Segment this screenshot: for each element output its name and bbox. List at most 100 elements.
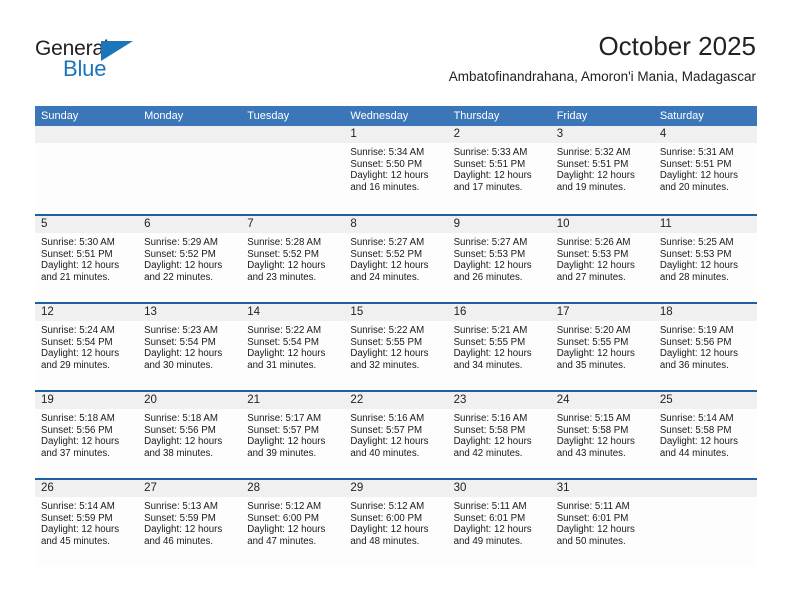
sunrise-text: Sunrise: 5:12 AM [350, 501, 425, 512]
sunrise-text: Sunrise: 5:21 AM [453, 325, 528, 336]
daylight-text: Daylight: 12 hours and 38 minutes. [144, 436, 223, 459]
day-cell[interactable]: 19 Sunrise: 5:18 AM Sunset: 5:56 PM Dayligh… [35, 392, 139, 478]
sunrise-text: Sunrise: 5:28 AM [247, 237, 322, 248]
day-cell[interactable]: 20 Sunrise: 5:18 AM Sunset: 5:56 PM Dayligh… [138, 392, 242, 478]
day-cell[interactable]: 29 Sunrise: 5:12 AM Sunset: 6:00 PM Dayligh… [344, 480, 448, 566]
weekday-header-tuesday: Tuesday [247, 110, 290, 122]
day-number: 21 [241, 392, 345, 409]
daylight-text: Daylight: 12 hours and 16 minutes. [350, 170, 429, 193]
sunrise-text: Sunrise: 5:32 AM [556, 147, 631, 158]
sunset-text: Sunset: 5:59 PM [144, 512, 216, 524]
day-number: 15 [344, 304, 448, 321]
day-cell[interactable]: 23 Sunrise: 5:16 AM Sunset: 5:58 PM Dayligh… [447, 392, 551, 478]
day-cell[interactable]: 16 Sunrise: 5:21 AM Sunset: 5:55 PM Dayligh… [447, 304, 551, 390]
sunrise-text: Sunrise: 5:24 AM [41, 325, 115, 336]
sunrise-text: Sunrise: 5:22 AM [350, 325, 425, 336]
sunrise-text: Sunrise: 5:30 AM [41, 237, 115, 248]
day-details: Sunrise: 5:32 AM Sunset: 5:51 PM Daylight:… [551, 143, 654, 193]
day-cell[interactable]: 30 Sunrise: 5:11 AM Sunset: 6:01 PM Dayligh… [447, 480, 551, 566]
daylight-text: Daylight: 12 hours and 42 minutes. [453, 436, 532, 459]
calendar-week-row: 19 Sunrise: 5:18 AM Sunset: 5:56 PM Dayligh… [35, 390, 757, 478]
day-cell[interactable]: 26 Sunrise: 5:14 AM Sunset: 5:59 PM Dayligh… [35, 480, 139, 566]
day-cell[interactable]: 14 Sunrise: 5:22 AM Sunset: 5:54 PM Dayligh… [241, 304, 345, 390]
day-cell[interactable]: 24 Sunrise: 5:15 AM Sunset: 5:58 PM Dayligh… [550, 392, 654, 478]
sunset-text: Sunset: 5:53 PM [556, 248, 629, 260]
day-cell[interactable]: 31 Sunrise: 5:11 AM Sunset: 6:01 PM Dayligh… [550, 480, 654, 566]
sunrise-text: Sunrise: 5:22 AM [247, 325, 322, 336]
page-header: General Blue October 2025 Ambatofinandra… [0, 0, 792, 98]
day-cell[interactable]: 28 Sunrise: 5:12 AM Sunset: 6:00 PM Dayligh… [241, 480, 345, 566]
day-cell[interactable]: 18 Sunrise: 5:19 AM Sunset: 5:56 PM Dayligh… [653, 304, 757, 390]
day-number: 7 [241, 216, 345, 233]
day-cell[interactable]: 3 Sunrise: 5:32 AM Sunset: 5:51 PM Daylight… [550, 126, 654, 214]
calendar-week-row: 1 Sunrise: 5:34 AM Sunset: 5:50 PM Daylight… [35, 126, 757, 214]
sunset-text: Sunset: 6:01 PM [556, 512, 629, 524]
day-details: Sunrise: 5:22 AM Sunset: 5:54 PM Daylight:… [241, 321, 344, 371]
day-cell[interactable]: 12 Sunrise: 5:24 AM Sunset: 5:54 PM Dayligh… [35, 304, 139, 390]
sunrise-text: Sunrise: 5:26 AM [556, 237, 631, 248]
sunrise-text: Sunrise: 5:18 AM [41, 413, 115, 424]
day-cell[interactable]: 17 Sunrise: 5:20 AM Sunset: 5:55 PM Dayligh… [550, 304, 654, 390]
day-details: Sunrise: 5:18 AM Sunset: 5:56 PM Daylight:… [138, 409, 241, 459]
day-cell[interactable]: 1 Sunrise: 5:34 AM Sunset: 5:50 PM Daylight… [344, 126, 448, 214]
day-number: 8 [344, 216, 448, 233]
day-details: Sunrise: 5:16 AM Sunset: 5:58 PM Daylight:… [448, 409, 551, 459]
logo-text-blue: Blue [63, 56, 107, 81]
daylight-text: Daylight: 12 hours and 19 minutes. [556, 170, 635, 193]
sunrise-text: Sunrise: 5:13 AM [144, 501, 218, 512]
day-cell[interactable]: 21 Sunrise: 5:17 AM Sunset: 5:57 PM Dayligh… [241, 392, 345, 478]
day-cell[interactable]: 6 Sunrise: 5:29 AM Sunset: 5:52 PM Daylight… [138, 216, 242, 302]
daylight-text: Daylight: 12 hours and 47 minutes. [247, 524, 326, 547]
day-cell[interactable]: 22 Sunrise: 5:16 AM Sunset: 5:57 PM Dayligh… [344, 392, 448, 478]
calendar-week-row: 12 Sunrise: 5:24 AM Sunset: 5:54 PM Dayligh… [35, 302, 757, 390]
calendar-week-row: 5 Sunrise: 5:30 AM Sunset: 5:51 PM Daylight… [35, 214, 757, 302]
calendar-page: General Blue October 2025 Ambatofinandra… [0, 0, 792, 612]
day-cell[interactable]: 15 Sunrise: 5:22 AM Sunset: 5:55 PM Dayligh… [344, 304, 448, 390]
sunset-text: Sunset: 5:59 PM [41, 512, 113, 524]
sunrise-text: Sunrise: 5:29 AM [144, 237, 218, 248]
day-cell[interactable]: 8 Sunrise: 5:27 AM Sunset: 5:52 PM Daylight… [344, 216, 448, 302]
day-cell[interactable]: 25 Sunrise: 5:14 AM Sunset: 5:58 PM Dayligh… [653, 392, 757, 478]
sunset-text: Sunset: 5:51 PM [556, 158, 629, 170]
day-cell[interactable]: 2 Sunrise: 5:33 AM Sunset: 5:51 PM Daylight… [447, 126, 551, 214]
day-details: Sunrise: 5:17 AM Sunset: 5:57 PM Daylight:… [241, 409, 344, 459]
generalblue-logo[interactable]: General Blue [35, 37, 165, 83]
day-cell-empty [653, 480, 757, 566]
day-cell[interactable]: 10 Sunrise: 5:26 AM Sunset: 5:53 PM Dayligh… [550, 216, 654, 302]
day-details: Sunrise: 5:16 AM Sunset: 5:57 PM Daylight:… [344, 409, 447, 459]
sunset-text: Sunset: 5:51 PM [453, 158, 526, 170]
daylight-text: Daylight: 12 hours and 32 minutes. [350, 348, 429, 371]
sunrise-text: Sunrise: 5:15 AM [556, 413, 631, 424]
sunset-text: Sunset: 5:53 PM [659, 248, 732, 260]
day-cell[interactable]: 11 Sunrise: 5:25 AM Sunset: 5:53 PM Dayligh… [653, 216, 757, 302]
sunset-text: Sunset: 6:00 PM [350, 512, 423, 524]
sunrise-text: Sunrise: 5:18 AM [144, 413, 218, 424]
sunset-text: Sunset: 5:56 PM [41, 424, 113, 436]
day-number: 27 [138, 480, 242, 497]
title-block: October 2025 Ambatofinandrahana, Amoron'… [449, 30, 756, 85]
day-cell[interactable]: 27 Sunrise: 5:13 AM Sunset: 5:59 PM Dayligh… [138, 480, 242, 566]
sunrise-text: Sunrise: 5:23 AM [144, 325, 218, 336]
day-details: Sunrise: 5:25 AM Sunset: 5:53 PM Daylight:… [654, 233, 757, 283]
sunset-text: Sunset: 5:53 PM [453, 248, 526, 260]
day-cell[interactable]: 9 Sunrise: 5:27 AM Sunset: 5:53 PM Daylight… [447, 216, 551, 302]
day-details: Sunrise: 5:14 AM Sunset: 5:59 PM Daylight:… [35, 497, 138, 547]
day-number: 2 [447, 126, 551, 143]
day-cell[interactable]: 13 Sunrise: 5:23 AM Sunset: 5:54 PM Dayligh… [138, 304, 242, 390]
day-number: 25 [653, 392, 757, 409]
day-cell[interactable]: 4 Sunrise: 5:31 AM Sunset: 5:51 PM Daylight… [653, 126, 757, 214]
sunset-text: Sunset: 5:51 PM [41, 248, 113, 260]
day-number: 4 [653, 126, 757, 143]
day-number: 23 [447, 392, 551, 409]
sunset-text: Sunset: 5:52 PM [350, 248, 423, 260]
daylight-text: Daylight: 12 hours and 35 minutes. [556, 348, 635, 371]
daylight-text: Daylight: 12 hours and 39 minutes. [247, 436, 326, 459]
sunset-text: Sunset: 5:52 PM [144, 248, 216, 260]
day-cell[interactable]: 5 Sunrise: 5:30 AM Sunset: 5:51 PM Daylight… [35, 216, 139, 302]
day-number: 19 [35, 392, 139, 409]
day-cell[interactable]: 7 Sunrise: 5:28 AM Sunset: 5:52 PM Daylight… [241, 216, 345, 302]
sunrise-text: Sunrise: 5:14 AM [41, 501, 115, 512]
day-details: Sunrise: 5:20 AM Sunset: 5:55 PM Daylight:… [551, 321, 654, 371]
day-number [653, 480, 757, 497]
day-details: Sunrise: 5:27 AM Sunset: 5:53 PM Daylight:… [448, 233, 551, 283]
